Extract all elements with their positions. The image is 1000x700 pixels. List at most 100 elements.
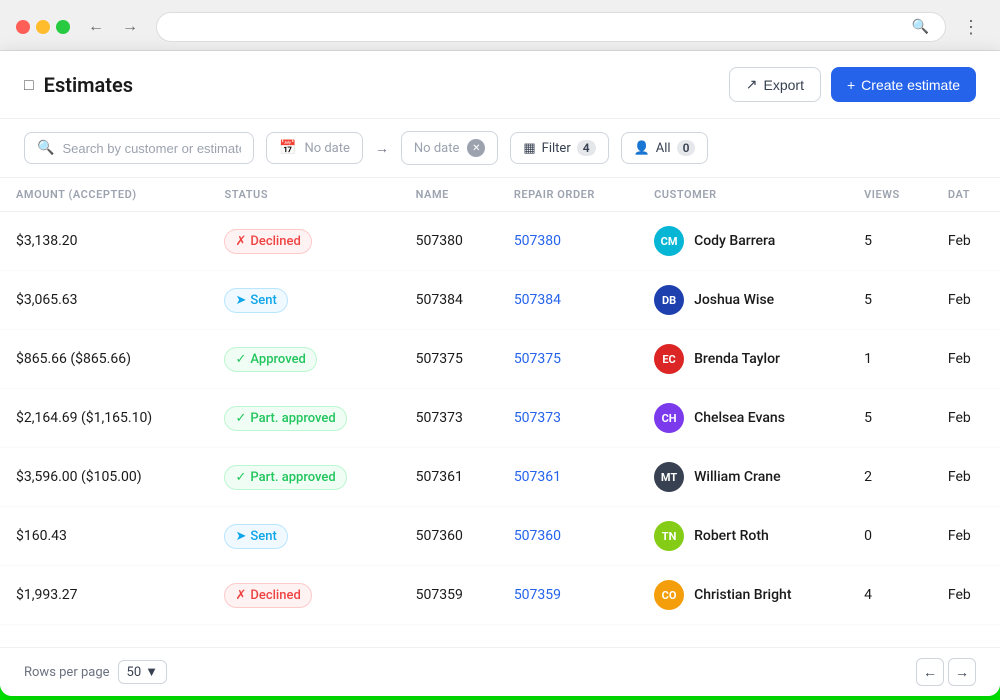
- repair-order-link[interactable]: 507384: [514, 292, 561, 308]
- table-row[interactable]: $865.66 ($865.66)✓ Approved507375507375E…: [0, 330, 1000, 389]
- cell-amount: $1,993.27: [0, 566, 208, 625]
- nav-buttons: ← →: [82, 13, 144, 41]
- next-page-button[interactable]: →: [948, 658, 976, 686]
- maximize-button[interactable]: [56, 20, 70, 34]
- cell-name: 507359: [400, 566, 498, 625]
- date-filter-start[interactable]: 📅 No date: [266, 132, 363, 164]
- pagination-buttons: ← →: [916, 658, 976, 686]
- cell-amount: $3,138.20: [0, 212, 208, 271]
- cell-date: Feb: [932, 271, 1000, 330]
- app-header: □ Estimates ↗ Export + Create estimate: [0, 51, 1000, 119]
- cell-views: 5: [848, 212, 932, 271]
- customer-name: Christian Bright: [694, 587, 791, 603]
- table-row[interactable]: $1,993.27✗ Declined507359507359COChristi…: [0, 566, 1000, 625]
- x-icon: ✗: [235, 234, 246, 249]
- table-row[interactable]: $3,065.63➤ Sent507384507384DBJoshua Wise…: [0, 271, 1000, 330]
- header-actions: ↗ Export + Create estimate: [729, 67, 976, 102]
- all-filter-button[interactable]: 👤 All 0: [621, 132, 709, 164]
- repair-order-link[interactable]: 507373: [514, 410, 561, 426]
- table-row[interactable]: $3,596.00 ($105.00)✓ Part. approved50736…: [0, 448, 1000, 507]
- cell-customer: TNRobert Roth: [638, 507, 848, 566]
- prev-page-button[interactable]: ←: [916, 658, 944, 686]
- estimates-table: AMOUNT (ACCEPTED) STATUS NAME REPAIR ORD…: [0, 178, 1000, 625]
- check-icon: ✓: [235, 411, 246, 426]
- cell-customer: CMCody Barrera: [638, 212, 848, 271]
- rows-per-page-select[interactable]: 50 ▼: [118, 660, 168, 684]
- url-bar[interactable]: 🔍: [156, 12, 946, 42]
- repair-order-link[interactable]: 507375: [514, 351, 561, 367]
- cell-amount: $2,164.69 ($1,165.10): [0, 389, 208, 448]
- cell-customer: COChristian Bright: [638, 566, 848, 625]
- estimates-table-container: AMOUNT (ACCEPTED) STATUS NAME REPAIR ORD…: [0, 178, 1000, 647]
- cell-date: Feb: [932, 330, 1000, 389]
- page-title-row: □ Estimates: [24, 73, 133, 97]
- cell-name: 507375: [400, 330, 498, 389]
- cell-name: 507380: [400, 212, 498, 271]
- cell-repair-order[interactable]: 507360: [498, 507, 638, 566]
- app-container: □ Estimates ↗ Export + Create estimate 🔍…: [0, 51, 1000, 696]
- date-start-label: No date: [304, 141, 349, 156]
- search-icon: 🔍: [37, 140, 54, 156]
- date-filter-end[interactable]: No date ✕: [401, 131, 498, 165]
- cell-date: Feb: [932, 566, 1000, 625]
- search-input-wrap[interactable]: 🔍: [24, 132, 254, 164]
- arrow-icon: ➤: [235, 293, 246, 308]
- cell-views: 4: [848, 566, 932, 625]
- customer-name: Brenda Taylor: [694, 351, 780, 367]
- search-input[interactable]: [62, 141, 241, 156]
- cell-views: 0: [848, 507, 932, 566]
- date-end-label: No date: [414, 141, 459, 156]
- cell-repair-order[interactable]: 507375: [498, 330, 638, 389]
- repair-order-link[interactable]: 507361: [514, 469, 561, 485]
- browser-chrome: ← → 🔍 ⋮: [0, 0, 1000, 51]
- rows-per-page-label: Rows per page: [24, 665, 110, 680]
- cell-date: Feb: [932, 507, 1000, 566]
- cell-repair-order[interactable]: 507384: [498, 271, 638, 330]
- cell-name: 507360: [400, 507, 498, 566]
- cell-repair-order[interactable]: 507361: [498, 448, 638, 507]
- customer-name: Robert Roth: [694, 528, 769, 544]
- forward-button[interactable]: →: [116, 13, 144, 41]
- filter-label: Filter: [542, 141, 571, 156]
- repair-order-link[interactable]: 507360: [514, 528, 561, 544]
- cell-status: ➤ Sent: [208, 507, 399, 566]
- cell-views: 5: [848, 389, 932, 448]
- cell-status: ➤ Sent: [208, 271, 399, 330]
- col-date: DAT: [932, 178, 1000, 212]
- cell-customer: MTWilliam Crane: [638, 448, 848, 507]
- table-footer: Rows per page 50 ▼ ← →: [0, 647, 1000, 696]
- more-button[interactable]: ⋮: [958, 13, 984, 42]
- traffic-lights: [16, 20, 70, 34]
- filter-button[interactable]: ▦ Filter 4: [510, 132, 608, 164]
- cell-repair-order[interactable]: 507380: [498, 212, 638, 271]
- table-header: AMOUNT (ACCEPTED) STATUS NAME REPAIR ORD…: [0, 178, 1000, 212]
- cell-name: 507384: [400, 271, 498, 330]
- cell-name: 507361: [400, 448, 498, 507]
- export-icon: ↗: [746, 76, 758, 93]
- avatar: DB: [654, 285, 684, 315]
- customer-name: Cody Barrera: [694, 233, 775, 249]
- create-icon: +: [847, 77, 855, 93]
- estimates-icon: □: [24, 75, 34, 95]
- close-button[interactable]: [16, 20, 30, 34]
- repair-order-link[interactable]: 507359: [514, 587, 561, 603]
- cell-repair-order[interactable]: 507373: [498, 389, 638, 448]
- customer-name: Joshua Wise: [694, 292, 774, 308]
- table-row[interactable]: $3,138.20✗ Declined507380507380CMCody Ba…: [0, 212, 1000, 271]
- table-row[interactable]: $160.43➤ Sent507360507360TNRobert Roth0F…: [0, 507, 1000, 566]
- cell-date: Feb: [932, 212, 1000, 271]
- date-arrow-icon: →: [375, 140, 389, 157]
- date-clear-button[interactable]: ✕: [467, 139, 485, 157]
- repair-order-link[interactable]: 507380: [514, 233, 561, 249]
- table-row[interactable]: $2,164.69 ($1,165.10)✓ Part. approved507…: [0, 389, 1000, 448]
- cell-views: 5: [848, 271, 932, 330]
- cell-name: 507373: [400, 389, 498, 448]
- minimize-button[interactable]: [36, 20, 50, 34]
- col-views: VIEWS: [848, 178, 932, 212]
- cell-repair-order[interactable]: 507359: [498, 566, 638, 625]
- back-button[interactable]: ←: [82, 13, 110, 41]
- export-button[interactable]: ↗ Export: [729, 67, 821, 102]
- cell-date: Feb: [932, 389, 1000, 448]
- create-estimate-button[interactable]: + Create estimate: [831, 67, 976, 102]
- cell-amount: $865.66 ($865.66): [0, 330, 208, 389]
